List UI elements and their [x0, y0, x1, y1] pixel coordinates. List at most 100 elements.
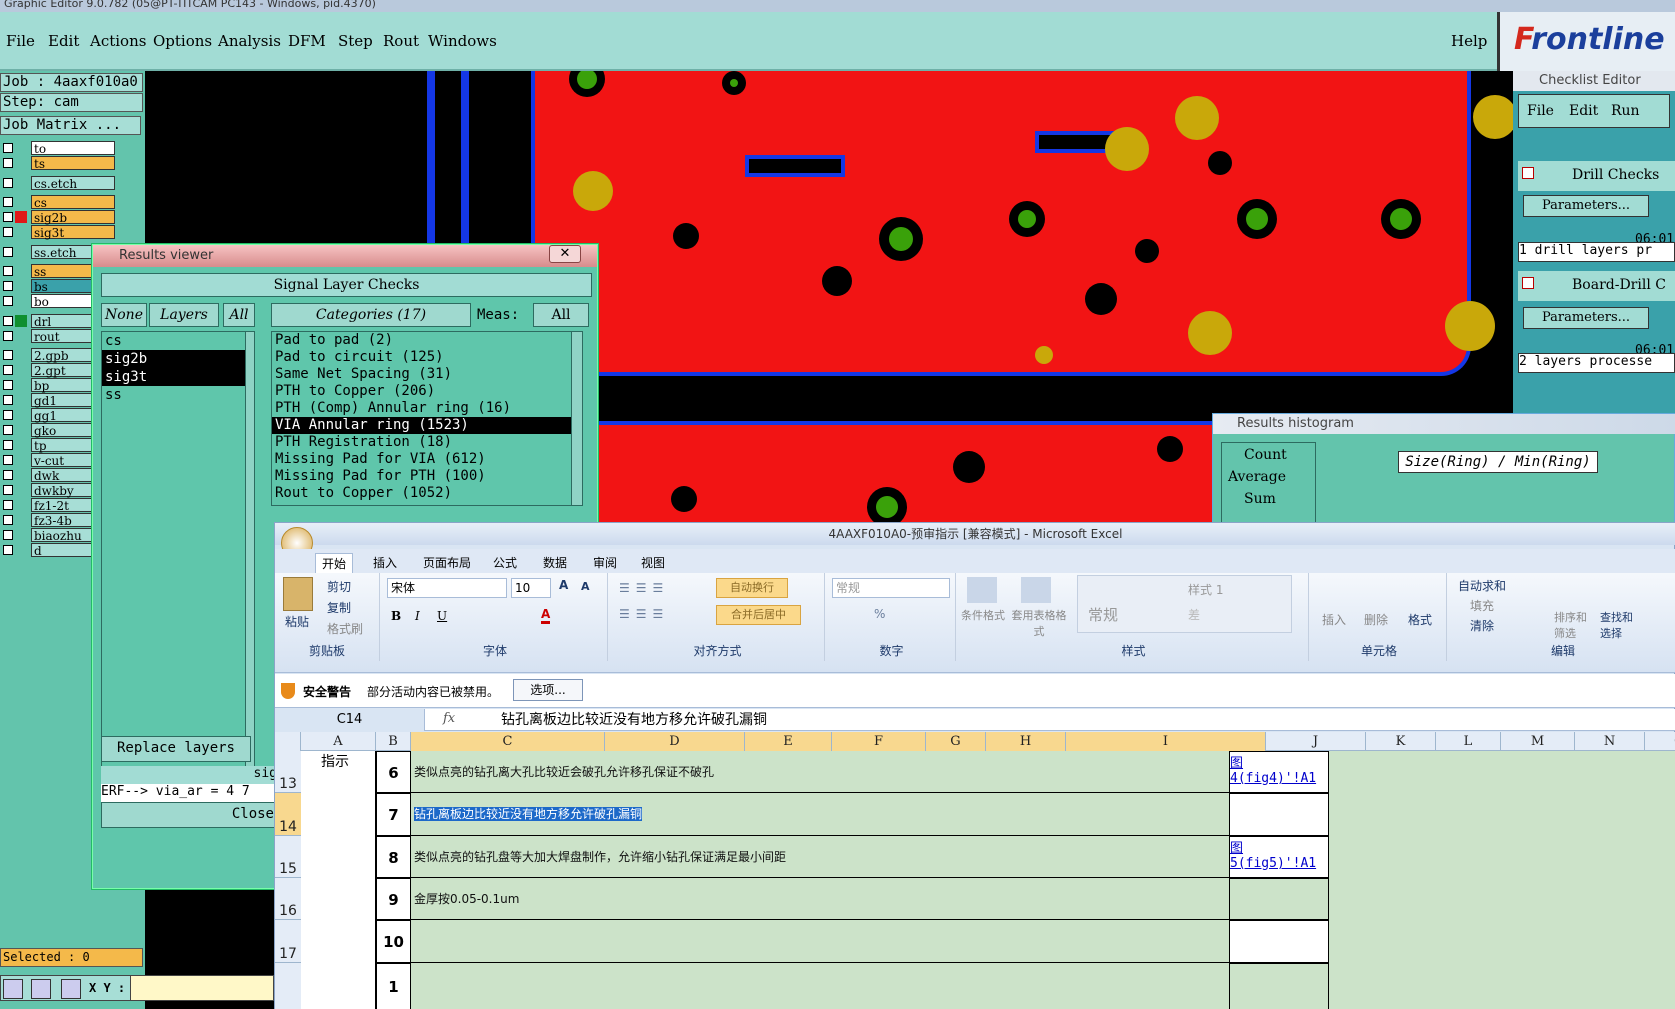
column-header[interactable]: G — [926, 732, 986, 751]
insert-button[interactable]: 插入 — [1322, 611, 1346, 628]
layer-name[interactable]: cs — [31, 195, 115, 210]
layer-checkbox[interactable] — [3, 143, 13, 153]
cell-b[interactable]: 6 — [376, 751, 411, 793]
align-icons[interactable]: ☰☰☰ — [619, 581, 669, 595]
row-header[interactable] — [275, 963, 301, 1009]
format-painter-button[interactable]: 格式刷 — [327, 620, 363, 637]
fx-icon[interactable]: fx — [443, 711, 455, 726]
name-box[interactable]: C14 — [275, 709, 425, 731]
layer-checkbox[interactable] — [3, 455, 13, 465]
layer-row[interactable]: sig3t — [0, 225, 145, 240]
cell-b[interactable]: 1 — [376, 963, 411, 1009]
select-all-corner[interactable] — [275, 732, 301, 751]
formula-input[interactable]: 钻孔离板边比较近没有地方移允许破孔漏铜 — [497, 709, 1667, 731]
column-header[interactable]: O — [1645, 732, 1675, 751]
ribbon-tab[interactable]: 视图 — [635, 553, 671, 572]
layer-name[interactable]: sig3t — [31, 225, 115, 240]
font-name-select[interactable]: 宋体 — [387, 578, 507, 598]
column-header[interactable]: J — [1266, 732, 1366, 751]
style-1[interactable]: 样式 1 — [1188, 581, 1223, 598]
layer-checkbox[interactable] — [3, 410, 13, 420]
layer-name[interactable]: sig2b — [31, 210, 115, 225]
style-normal[interactable]: 常规 — [1088, 604, 1118, 625]
layer-checkbox[interactable] — [3, 266, 13, 276]
layer-row[interactable]: cs.etch — [0, 176, 145, 191]
meas-dropdown[interactable]: All — [533, 303, 589, 327]
column-header[interactable]: H — [986, 732, 1066, 751]
checklist-menu-edit[interactable]: Edit — [1569, 103, 1598, 119]
find-select-button[interactable]: 查找和选择 — [1600, 609, 1640, 641]
cell-j[interactable] — [1229, 920, 1329, 963]
drill-parameters-button[interactable]: Parameters... — [1523, 195, 1649, 217]
bold-icon[interactable]: B — [391, 609, 401, 623]
category-item[interactable]: PTH Registration (18) — [272, 434, 572, 451]
layer-row[interactable]: cs — [0, 195, 145, 210]
cell-c-merged[interactable]: 类似点亮的钻孔盘等大加大焊盘制作，允许缩小钻孔保证满足最小间距 — [411, 836, 1229, 878]
cell-c-merged[interactable]: 金厚按0.05-0.1um — [411, 878, 1229, 920]
category-list-scrollbar[interactable] — [571, 331, 583, 506]
checklist-menu-file[interactable]: File — [1527, 103, 1554, 119]
menu-windows[interactable]: Windows — [428, 32, 497, 50]
ribbon-tab[interactable]: 开始 — [315, 553, 354, 573]
xy-input[interactable] — [130, 975, 274, 1001]
paste-icon[interactable] — [283, 577, 313, 611]
column-header[interactable]: I — [1066, 732, 1266, 751]
layer-row[interactable]: to — [0, 141, 145, 156]
layers-button[interactable]: Layers — [149, 303, 219, 327]
layer-checkbox[interactable] — [3, 281, 13, 291]
ribbon-tab[interactable]: 插入 — [367, 553, 403, 572]
cell-j[interactable] — [1229, 963, 1329, 1009]
job-matrix-button[interactable]: Job Matrix ... — [0, 116, 141, 135]
layer-checkbox[interactable] — [3, 178, 13, 188]
layer-checkbox[interactable] — [3, 440, 13, 450]
category-item[interactable]: VIA Annular ring (1523) — [272, 417, 572, 434]
column-header[interactable]: K — [1366, 732, 1436, 751]
layer-row[interactable]: ts — [0, 156, 145, 171]
layer-checkbox[interactable] — [3, 380, 13, 390]
board-drill-row[interactable]: Board-Drill C — [1518, 271, 1675, 301]
menu-help[interactable]: Help — [1451, 32, 1487, 50]
conditional-format-icon[interactable] — [967, 577, 997, 603]
cell-c-merged[interactable] — [411, 920, 1229, 963]
column-header[interactable]: F — [832, 732, 926, 751]
cut-button[interactable]: 剪切 — [327, 578, 351, 595]
column-header[interactable]: N — [1575, 732, 1645, 751]
ribbon-tab[interactable]: 页面布局 — [417, 553, 477, 572]
sheet-grid[interactable]: ABCDEFGHIJKLMNO 指示 13 6类似点亮的钻孔离大孔比较近会破孔允许… — [275, 732, 1675, 1009]
none-button[interactable]: None — [101, 303, 147, 327]
ribbon-tab[interactable]: 公式 — [487, 553, 523, 572]
layer-checkbox[interactable] — [3, 500, 13, 510]
layer-result-item[interactable]: sig3t — [102, 368, 248, 386]
layer-checkbox[interactable] — [3, 530, 13, 540]
cell-c-merged[interactable]: 类似点亮的钻孔离大孔比较近会破孔允许移孔保证不破孔 — [411, 751, 1229, 793]
cell-j[interactable]: 图 5(fig5)'!A1 — [1229, 836, 1329, 878]
categories-button[interactable]: Categories (17) — [271, 303, 471, 327]
cell-b[interactable]: 7 — [376, 793, 411, 836]
layer-checkbox[interactable] — [3, 515, 13, 525]
layer-name[interactable]: cs.etch — [31, 176, 115, 191]
delete-button[interactable]: 删除 — [1364, 611, 1388, 628]
menu-actions[interactable]: Actions — [90, 32, 146, 50]
layer-result-item[interactable]: ss — [102, 386, 248, 404]
options-button[interactable]: 选项... — [513, 679, 583, 701]
menu-step[interactable]: Step — [338, 32, 373, 50]
category-item[interactable]: Pad to circuit (125) — [272, 349, 572, 366]
layer-result-item[interactable]: sig2b — [102, 350, 248, 368]
style-bad[interactable]: 差 — [1188, 606, 1200, 623]
close-button[interactable]: Close — [101, 802, 281, 828]
replace-layers-button[interactable]: Replace layers — [101, 736, 251, 762]
layer-checkbox[interactable] — [3, 212, 13, 222]
percent-icon[interactable]: % — [874, 607, 885, 621]
style-gallery[interactable]: 样式 1 常规 差 — [1077, 575, 1292, 633]
hyperlink[interactable]: 图 — [1230, 752, 1328, 771]
cell-j[interactable] — [1229, 878, 1329, 920]
ribbon-tab[interactable]: 数据 — [537, 553, 573, 572]
measure-tool-icon[interactable] — [31, 979, 51, 999]
opt-average[interactable]: Average — [1222, 463, 1315, 485]
layer-checkbox[interactable] — [3, 296, 13, 306]
column-header[interactable]: M — [1501, 732, 1575, 751]
cell-b[interactable]: 8 — [376, 836, 411, 878]
all-button[interactable]: All — [223, 303, 255, 327]
grow-font-icon[interactable]: A — [559, 578, 568, 592]
zoom-tool-icon[interactable] — [3, 979, 23, 999]
